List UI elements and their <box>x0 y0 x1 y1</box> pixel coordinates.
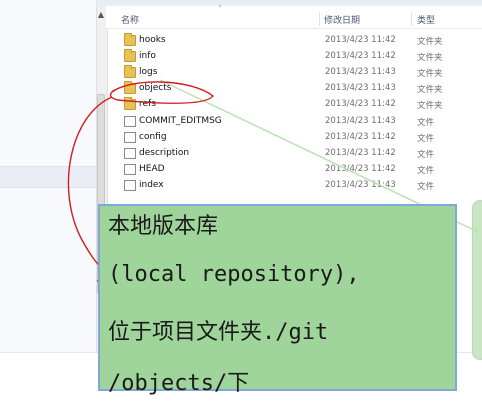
navigation-pane-selected-row[interactable] <box>0 166 96 188</box>
file-list-row[interactable]: refs 2013/4/23 11:42 文件夹 <box>106 97 482 113</box>
file-name[interactable]: index <box>139 180 164 190</box>
folder-icon <box>124 65 136 79</box>
file-list-row[interactable]: description 2013/4/23 11:42 文件 <box>106 146 482 162</box>
file-list-row[interactable]: config 2013/4/23 11:42 文件 <box>106 130 482 146</box>
file-modified-date: 2013/4/23 11:42 <box>325 147 396 158</box>
file-name[interactable]: logs <box>139 67 157 77</box>
side-card <box>472 200 482 360</box>
file-name[interactable]: hooks <box>139 35 166 45</box>
column-divider[interactable] <box>411 12 412 26</box>
file-list-row[interactable]: index 2013/4/23 11:43 文件 <box>106 178 482 194</box>
note-line-4: /objects/下 <box>108 371 250 396</box>
folder-icon <box>124 97 136 111</box>
file-list-row[interactable]: info 2013/4/23 11:42 文件夹 <box>106 49 482 65</box>
file-modified-date: 2013/4/23 11:42 <box>325 35 396 45</box>
file-modified-date: 2013/4/23 11:42 <box>325 99 396 110</box>
column-divider[interactable] <box>319 12 320 26</box>
file-icon <box>124 115 136 127</box>
column-header-date[interactable]: 修改日期 <box>324 13 360 26</box>
folder-icon <box>124 49 136 63</box>
file-modified-date: 2013/4/23 11:43 <box>325 83 396 94</box>
file-type: 文件 <box>417 165 435 176</box>
file-name[interactable]: COMMIT_EDITMSG <box>139 116 222 126</box>
file-type: 文件 <box>417 133 435 144</box>
note-line-1: 本地版本库 <box>108 214 219 239</box>
file-name[interactable]: refs <box>139 99 156 109</box>
file-type: 文件夹 <box>417 53 443 64</box>
file-icon <box>124 179 136 191</box>
file-list-row[interactable]: HEAD 2013/4/23 11:42 文件 <box>106 162 482 178</box>
column-header-row: 名称 ˄ 修改日期 类型 <box>106 5 482 29</box>
column-header-type[interactable]: 类型 <box>417 13 435 26</box>
file-list-row[interactable]: hooks 2013/4/23 11:42 文件夹 <box>106 33 482 49</box>
folder-icon <box>124 33 136 46</box>
file-type: 文件 <box>417 149 435 160</box>
file-modified-date: 2013/4/23 11:43 <box>325 67 396 78</box>
file-list-row[interactable]: logs 2013/4/23 11:43 文件夹 <box>106 65 482 81</box>
file-type: 文件夹 <box>417 85 443 96</box>
file-list-row[interactable]: COMMIT_EDITMSG 2013/4/23 11:43 文件 <box>106 114 482 130</box>
file-type: 文件夹 <box>417 69 443 80</box>
file-type: 文件夹 <box>417 101 443 112</box>
file-type: 文件夹 <box>417 37 443 47</box>
file-type: 文件 <box>417 117 435 128</box>
file-modified-date: 2013/4/23 11:42 <box>325 163 396 174</box>
file-icon <box>124 131 136 143</box>
file-name[interactable]: HEAD <box>139 164 165 174</box>
file-icon <box>124 147 136 159</box>
file-list-row[interactable]: objects 2013/4/23 11:43 文件夹 <box>106 81 482 97</box>
file-modified-date: 2013/4/23 11:43 <box>325 179 396 190</box>
file-name[interactable]: description <box>139 148 189 158</box>
file-modified-date: 2013/4/23 11:42 <box>325 51 396 62</box>
file-modified-date: 2013/4/23 11:42 <box>325 131 396 142</box>
file-icon <box>124 163 136 175</box>
file-name[interactable]: info <box>139 51 156 61</box>
note-line-3: 位于项目文件夹./git <box>108 320 329 345</box>
file-type: 文件 <box>417 181 435 192</box>
annotation-note: 本地版本库 (local repository), 位于项目文件夹./git /… <box>98 204 457 396</box>
scroll-up-arrow-icon[interactable]: ▲ <box>96 10 106 20</box>
file-modified-date: 2013/4/23 11:43 <box>325 115 396 126</box>
folder-icon <box>124 81 136 95</box>
file-name[interactable]: config <box>139 132 167 142</box>
sort-ascending-icon: ˄ <box>218 5 222 13</box>
column-header-name[interactable]: 名称 <box>121 13 139 26</box>
note-line-2: (local repository), <box>108 262 360 287</box>
file-name[interactable]: objects <box>139 83 171 93</box>
